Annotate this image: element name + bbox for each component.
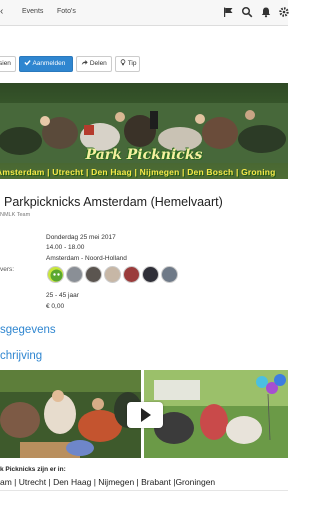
register-label: Aanmelden [32,60,66,67]
avatar[interactable] [85,266,102,283]
play-video-button[interactable] [127,402,163,428]
tip-button[interactable]: Tip [115,56,140,72]
nav-events[interactable]: Events [22,8,43,15]
age-range: 25 - 45 jaar [46,292,79,299]
photo-park-balloons[interactable] [144,370,288,458]
team-logo-icon [50,269,63,282]
avatar[interactable] [104,266,121,283]
attendees-label: vers: [0,266,15,273]
footer-cities: am | Utrecht | Den Haag | Nijmegen | Bra… [0,477,216,487]
flag-icon[interactable] [222,6,234,18]
price: € 0,00 [46,303,65,310]
play-icon [141,408,151,422]
event-time: 14.00 - 18.00 [46,244,85,251]
search-icon[interactable] [241,6,253,18]
avatar[interactable] [161,266,178,283]
tip-label: Tip [127,60,137,67]
section-details-title[interactable]: sgegevens [0,324,56,336]
avatar[interactable] [66,266,83,283]
attend-button[interactable]: sien [0,56,16,72]
top-bar: ‹ Events Foto's [0,0,290,26]
avatar[interactable] [47,266,64,283]
banner-cities: Amsterdam | Utrecht | Den Haag | Nijmege… [0,167,276,177]
check-icon [24,60,31,66]
back-chevron-icon[interactable]: ‹ [0,6,3,17]
avatar[interactable] [123,266,140,283]
gear-icon[interactable] [278,6,290,18]
event-title: Parkpicknicks Amsterdam (Hemelvaart) [4,195,223,209]
picnic-photo-2 [144,370,288,458]
share-button[interactable]: Delen [76,56,112,72]
event-banner: Park Picknicks Amsterdam | Utrecht | Den… [0,83,288,179]
attend-label: sien [0,60,11,67]
picnic-photo-1 [0,370,141,458]
share-label: Delen [89,60,107,67]
section-description-title[interactable]: chrijving [0,350,42,362]
register-button[interactable]: Aanmelden [19,56,73,72]
avatar[interactable] [142,266,159,283]
organizer-name[interactable]: NMLK Team [0,212,30,218]
event-location[interactable]: Amsterdam - Noord-Holland [46,255,127,262]
banner-logo: Park Picknicks [85,147,203,163]
event-date: Donderdag 25 mei 2017 [46,234,116,241]
lightbulb-icon [120,59,126,66]
bell-icon[interactable] [260,6,272,18]
share-icon [81,60,88,66]
photo-picnic-crowd[interactable] [0,370,141,458]
footer-title: k Picknicks zijn er in: [0,466,66,473]
divider [0,490,288,491]
nav-photos[interactable]: Foto's [57,8,76,15]
